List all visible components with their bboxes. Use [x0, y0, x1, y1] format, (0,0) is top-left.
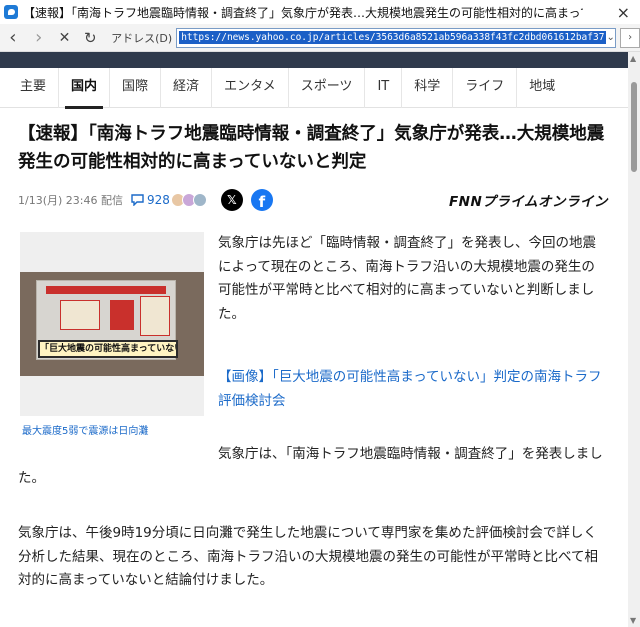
category-tab-science[interactable]: 科学	[402, 67, 454, 108]
address-label: アドレス(D)	[111, 31, 173, 45]
article-image[interactable]: 「巨大地震の可能性高まっていない」	[20, 232, 204, 416]
x-share-icon[interactable]: 𝕏	[220, 189, 243, 211]
image-gallery-link[interactable]: 【画像】「巨大地震の可能性高まっていない」判定の南海トラフ評価検討会	[218, 366, 606, 413]
browser-toolbar: ‹ › ✕ ↻ アドレス(D) https://news.yahoo.co.jp…	[0, 24, 640, 52]
article-meta: 1/13(月) 23:46 配信 928 𝕏 f FNNプライムオンライン	[18, 188, 608, 212]
source-logo[interactable]: FNNプライムオンライン	[449, 190, 608, 210]
comment-icon	[131, 194, 144, 206]
article-paragraph: 気象庁は、「南海トラフ地震臨時情報・調査終了」を発表しました。	[18, 443, 608, 490]
window-title: 【速報】「南海トラフ地震臨時情報・調査終了」気象庁が発表…大規模地震発生の可能性…	[23, 5, 583, 20]
article-lead-paragraph: 気象庁は先ほど「臨時情報・調査終了」を発表し、今回の地震によって現在のところ、南…	[218, 235, 596, 322]
category-tab-local[interactable]: 地域	[517, 68, 567, 108]
category-tab-entertainment[interactable]: エンタメ	[212, 67, 289, 108]
close-window-button[interactable]: ×	[617, 3, 630, 22]
news-screen-thumbnail: 「巨大地震の可能性高まっていない」	[20, 272, 204, 376]
category-tab-domestic[interactable]: 国内	[59, 67, 111, 109]
category-tab-life[interactable]: ライフ	[453, 67, 518, 108]
address-url[interactable]: https://news.yahoo.co.jp/articles/3563d6…	[179, 31, 607, 44]
article-headline: 【速報】「南海トラフ地震臨時情報・調査終了」気象庁が発表…大規模地震発生の可能性…	[18, 124, 605, 172]
category-nav: 主要 国内 国際 経済 エンタメ スポーツ IT 科学 ライフ 地域	[0, 67, 628, 109]
web-page: 主要 国内 国際 経済 エンタメ スポーツ IT 科学 ライフ 地域 【速報】「…	[0, 52, 628, 627]
publish-date: 1/13(月) 23:46 配信	[18, 194, 123, 207]
comment-link[interactable]: 928	[131, 193, 170, 207]
category-tab-it[interactable]: IT	[365, 67, 403, 108]
app-icon	[4, 5, 18, 19]
category-tab-sports[interactable]: スポーツ	[289, 67, 366, 108]
scrollbar-thumb[interactable]	[631, 82, 637, 172]
back-button[interactable]: ‹	[0, 27, 26, 48]
reload-button[interactable]: ↻	[77, 29, 103, 47]
avatar	[192, 193, 207, 207]
article-paragraph: 気象庁は、午後9時19分頃に日向灘で発生した地震について専門家を集めた評価検討会…	[18, 525, 598, 588]
category-tab-economy[interactable]: 経済	[161, 67, 213, 108]
vertical-scrollbar[interactable]: ▲ ▼	[628, 52, 640, 627]
site-header-strip	[0, 52, 628, 68]
commenter-avatars	[170, 193, 207, 207]
scroll-down-icon[interactable]: ▼	[630, 616, 636, 625]
window-title-bar: 【速報】「南海トラフ地震臨時情報・調査終了」気象庁が発表…大規模地震発生の可能性…	[0, 0, 640, 24]
forward-button[interactable]: ›	[26, 27, 52, 48]
image-caption: 最大震度5弱で震源は日向灘	[22, 426, 149, 437]
image-overlay-caption: 「巨大地震の可能性高まっていない」	[38, 340, 178, 358]
stop-button[interactable]: ✕	[52, 30, 78, 46]
address-dropdown-icon[interactable]: ⌄	[606, 32, 614, 43]
go-button[interactable]: ›	[620, 27, 640, 48]
address-bar[interactable]: https://news.yahoo.co.jp/articles/3563d6…	[176, 27, 617, 48]
category-tab-main[interactable]: 主要	[8, 67, 60, 108]
comment-count: 928	[146, 193, 170, 207]
article-paragraph-text: 気象庁は、「南海トラフ地震臨時情報・調査終了」を発表しました。	[18, 446, 603, 486]
facebook-share-icon[interactable]: f	[250, 189, 273, 211]
category-tab-international[interactable]: 国際	[110, 67, 162, 108]
scroll-up-icon[interactable]: ▲	[630, 54, 636, 63]
